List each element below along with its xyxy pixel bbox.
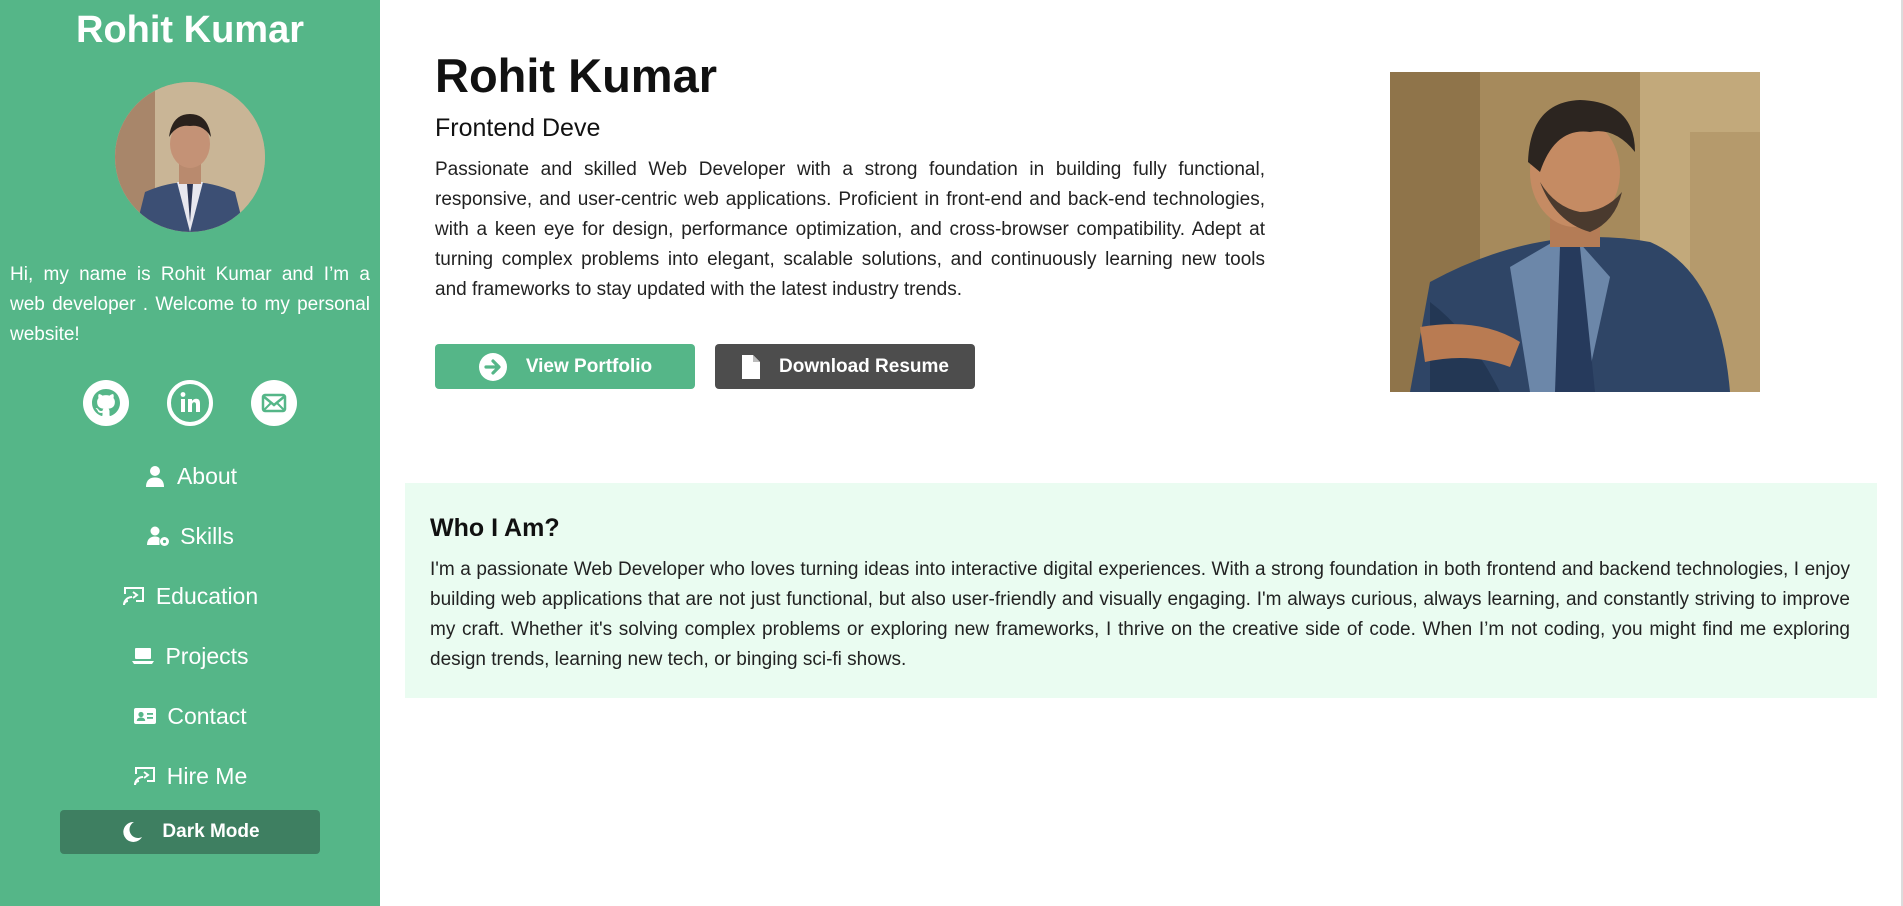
hero-description: Passionate and skilled Web Developer wit… — [435, 159, 1265, 300]
sidebar-item-education[interactable]: Education — [0, 566, 380, 626]
linkedin-icon[interactable] — [167, 380, 213, 426]
profile-illustration — [1390, 72, 1760, 392]
sidebar-item-label: Education — [155, 582, 259, 609]
view-portfolio-button[interactable]: View Portfolio — [435, 344, 695, 389]
file-icon — [742, 354, 760, 379]
sidebar-item-label: Contact — [167, 702, 247, 729]
address-card-icon — [134, 708, 157, 724]
view-portfolio-label: View Portfolio — [525, 355, 653, 377]
page-title: Rohit Kumar — [435, 49, 717, 102]
sidebar-name: Rohit Kumar — [76, 9, 304, 51]
sidebar-item-about[interactable]: About — [0, 446, 380, 506]
laptop-icon — [132, 648, 155, 664]
chalkboard-icon — [133, 767, 155, 786]
sidebar-item-label: Hire Me — [166, 762, 248, 789]
moon-icon — [123, 821, 143, 842]
chalkboard-icon — [122, 587, 144, 606]
sidebar-item-skills[interactable]: Skills — [0, 506, 380, 566]
mail-icon[interactable] — [251, 380, 297, 426]
sidebar-item-label: About — [176, 462, 238, 489]
about-text: I'm a passionate Web Developer who loves… — [430, 559, 1850, 670]
main-content: Rohit Kumar Frontend Deve Passionate and… — [380, 0, 1903, 906]
social-links — [0, 380, 380, 426]
dark-mode-label: Dark Mode — [162, 821, 260, 842]
dark-mode-button[interactable]: Dark Mode — [60, 810, 320, 854]
user-icon — [145, 466, 164, 487]
sidebar: Rohit Kumar Hi, my name is Rohit Kumar a… — [0, 0, 380, 906]
sidebar-item-projects[interactable]: Projects — [0, 626, 380, 686]
hero-role: Frontend Deve — [435, 114, 601, 142]
sidebar-item-label: Projects — [165, 642, 249, 669]
sidebar-item-contact[interactable]: Contact — [0, 686, 380, 746]
github-icon[interactable] — [83, 380, 129, 426]
sidebar-intro: Hi, my name is Rohit Kumar and I’m a web… — [10, 264, 370, 345]
sidebar-item-label: Skills — [180, 522, 234, 549]
about-section: Who I Am? I'm a passionate Web Developer… — [405, 483, 1877, 698]
sidebar-nav: About Skills Education Projects Contact … — [0, 446, 380, 806]
download-resume-button[interactable]: Download Resume — [715, 344, 975, 389]
user-gear-icon — [147, 526, 170, 546]
avatar — [115, 82, 265, 232]
sidebar-item-hire-me[interactable]: Hire Me — [0, 746, 380, 806]
about-title: Who I Am? — [430, 514, 560, 542]
arrow-circle-right-icon — [478, 352, 507, 381]
download-resume-label: Download Resume — [779, 355, 949, 377]
